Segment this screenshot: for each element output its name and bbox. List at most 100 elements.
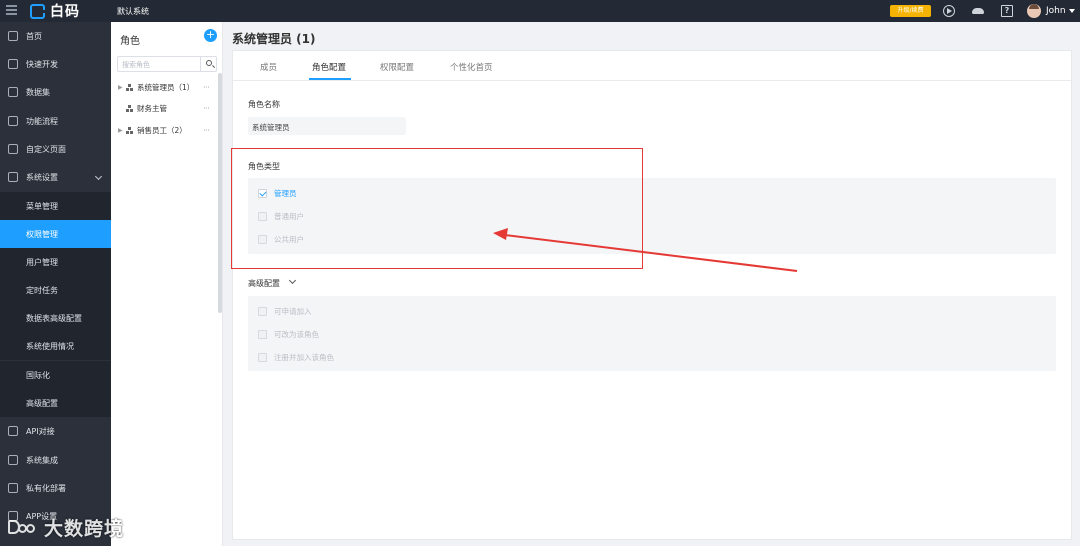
sidebar: 首页 快速开发 数据集 功能流程 自定义页面 系统设置 菜单管理 权限管理 用户… [0, 22, 111, 546]
avatar[interactable] [1027, 4, 1041, 18]
sidebar-item-label: 首页 [26, 31, 42, 41]
sidebar-item-i18n[interactable]: 国际化 [0, 361, 111, 389]
app-name: 白码 [50, 4, 80, 20]
option-label: 注册并加入该角色 [274, 353, 334, 362]
sidebar-item-scheduled-tasks[interactable]: 定时任务 [0, 276, 111, 304]
page-icon [8, 144, 18, 154]
org-icon [126, 104, 133, 112]
sidebar-item-permission-management[interactable]: 权限管理 [0, 220, 111, 248]
help-icon[interactable]: ? [1001, 5, 1013, 17]
upgrade-button[interactable]: 升级/续费 [890, 5, 931, 17]
sidebar-item-label: 系统使用情况 [26, 341, 74, 351]
chevron-down-icon [94, 172, 103, 181]
menu-toggle-icon[interactable] [6, 5, 17, 16]
sidebar-item-label: 自定义页面 [26, 144, 66, 154]
sidebar-item-flows[interactable]: 功能流程 [0, 107, 111, 135]
sidebar-item-menu-management[interactable]: 菜单管理 [0, 192, 111, 220]
more-icon[interactable]: ··· [203, 104, 210, 113]
sidebar-item-label: 高级配置 [26, 398, 58, 408]
watermark-text: 大数跨境 [44, 518, 125, 540]
add-role-button[interactable]: + [204, 29, 217, 42]
role-tree-item[interactable]: ▶ 系统管理员（1） ··· [111, 80, 221, 94]
advanced-config-label[interactable]: 高级配置 [248, 278, 280, 289]
search-divider [200, 57, 201, 71]
role-name-value: 系统管理员 [252, 123, 290, 132]
sidebar-item-label: 快速开发 [26, 59, 58, 69]
caret-right-icon[interactable]: ▶ [118, 84, 126, 91]
sidebar-item-private-deploy[interactable]: 私有化部署 [0, 474, 111, 502]
deploy-icon [8, 483, 18, 493]
role-name-label: 角色名称 [248, 100, 280, 109]
search-icon[interactable] [206, 60, 212, 66]
flow-icon [8, 116, 18, 126]
page-title: 系统管理员 (1) [232, 32, 316, 46]
integration-icon [8, 455, 18, 465]
tab-personal-home[interactable]: 个性化首页 [450, 61, 493, 73]
role-name-field[interactable]: 系统管理员 [248, 117, 406, 135]
graduation-hat-icon[interactable] [972, 5, 984, 17]
org-icon [126, 126, 133, 134]
sidebar-item-label: 用户管理 [26, 257, 58, 267]
sidebar-item-label: 国际化 [26, 370, 50, 380]
role-config-card: 成员 角色配置 权限配置 个性化首页 角色名称 系统管理员 角色类型 管理员 普… [232, 50, 1072, 540]
api-icon [8, 426, 18, 436]
sidebar-item-table-advanced-config[interactable]: 数据表高级配置 [0, 304, 111, 332]
sidebar-item-custom-pages[interactable]: 自定义页面 [0, 135, 111, 163]
watermark: 大数跨境 [8, 514, 124, 541]
sidebar-item-user-management[interactable]: 用户管理 [0, 248, 111, 276]
role-tree-item[interactable]: 财务主管 ··· [111, 101, 221, 115]
tab-permission-config[interactable]: 权限配置 [380, 61, 414, 73]
tab-role-config[interactable]: 角色配置 [312, 61, 346, 73]
sidebar-item-api[interactable]: API对接 [0, 417, 111, 445]
sidebar-item-label: 数据集 [26, 87, 50, 97]
sidebar-item-label: 定时任务 [26, 285, 58, 295]
sidebar-item-label: 菜单管理 [26, 201, 58, 211]
chevron-down-icon[interactable] [1069, 9, 1075, 13]
sidebar-item-system-usage[interactable]: 系统使用情况 [0, 332, 111, 360]
caret-right-icon[interactable]: ▶ [118, 127, 126, 134]
sidebar-item-home[interactable]: 首页 [0, 22, 111, 50]
cube-icon [8, 59, 18, 69]
can-switch-checkbox[interactable]: 可改为该角色 [258, 329, 319, 340]
role-panel-title: 角色 [120, 36, 140, 47]
watermark-logo-icon [8, 518, 38, 538]
checkbox[interactable] [258, 353, 267, 362]
option-label: 可改为该角色 [274, 330, 319, 339]
sidebar-item-label: 系统设置 [26, 172, 58, 182]
more-icon[interactable]: ··· [203, 126, 210, 135]
advanced-options: 可申请加入 可改为该角色 注册并加入该角色 [248, 296, 1056, 371]
chevron-down-icon[interactable] [288, 276, 297, 285]
role-label: 销售员工（2） [137, 125, 187, 135]
sidebar-item-advanced-config[interactable]: 高级配置 [0, 389, 111, 417]
play-icon[interactable] [943, 5, 955, 17]
home-icon [8, 31, 18, 41]
role-label: 系统管理员（1） [137, 82, 195, 92]
sidebar-item-label: API对接 [26, 426, 55, 436]
sidebar-item-label: 数据表高级配置 [26, 313, 82, 323]
role-search-input[interactable]: 搜索角色 [117, 56, 217, 72]
more-icon[interactable]: ··· [203, 83, 210, 92]
sidebar-item-datasets[interactable]: 数据集 [0, 78, 111, 106]
role-panel: 角色 + 搜索角色 ▶ 系统管理员（1） ··· 财务主管 ··· ▶ 销售员工… [111, 22, 223, 546]
sidebar-item-integration[interactable]: 系统集成 [0, 446, 111, 474]
org-icon [126, 83, 133, 91]
can-apply-checkbox[interactable]: 可申请加入 [258, 306, 312, 317]
sidebar-item-system-settings[interactable]: 系统设置 [0, 163, 111, 191]
system-name[interactable]: 默认系统 [117, 6, 149, 17]
settings-icon [8, 172, 18, 182]
sidebar-item-label: 功能流程 [26, 116, 58, 126]
sidebar-item-label: 系统集成 [26, 455, 58, 465]
scrollbar[interactable] [218, 73, 222, 313]
sidebar-item-label: 权限管理 [26, 229, 58, 239]
sidebar-item-quick-dev[interactable]: 快速开发 [0, 50, 111, 78]
top-bar: 白码 默认系统 升级/续费 ? John [0, 0, 1080, 22]
checkbox[interactable] [258, 330, 267, 339]
register-join-checkbox[interactable]: 注册并加入该角色 [258, 352, 334, 363]
role-tree-item[interactable]: ▶ 销售员工（2） ··· [111, 123, 221, 137]
user-name[interactable]: John [1046, 6, 1066, 16]
app-logo[interactable]: 白码 [30, 3, 80, 20]
logo-mark-icon [30, 3, 46, 19]
tab-members[interactable]: 成员 [260, 61, 277, 73]
checkbox[interactable] [258, 307, 267, 316]
role-label: 财务主管 [137, 103, 167, 113]
